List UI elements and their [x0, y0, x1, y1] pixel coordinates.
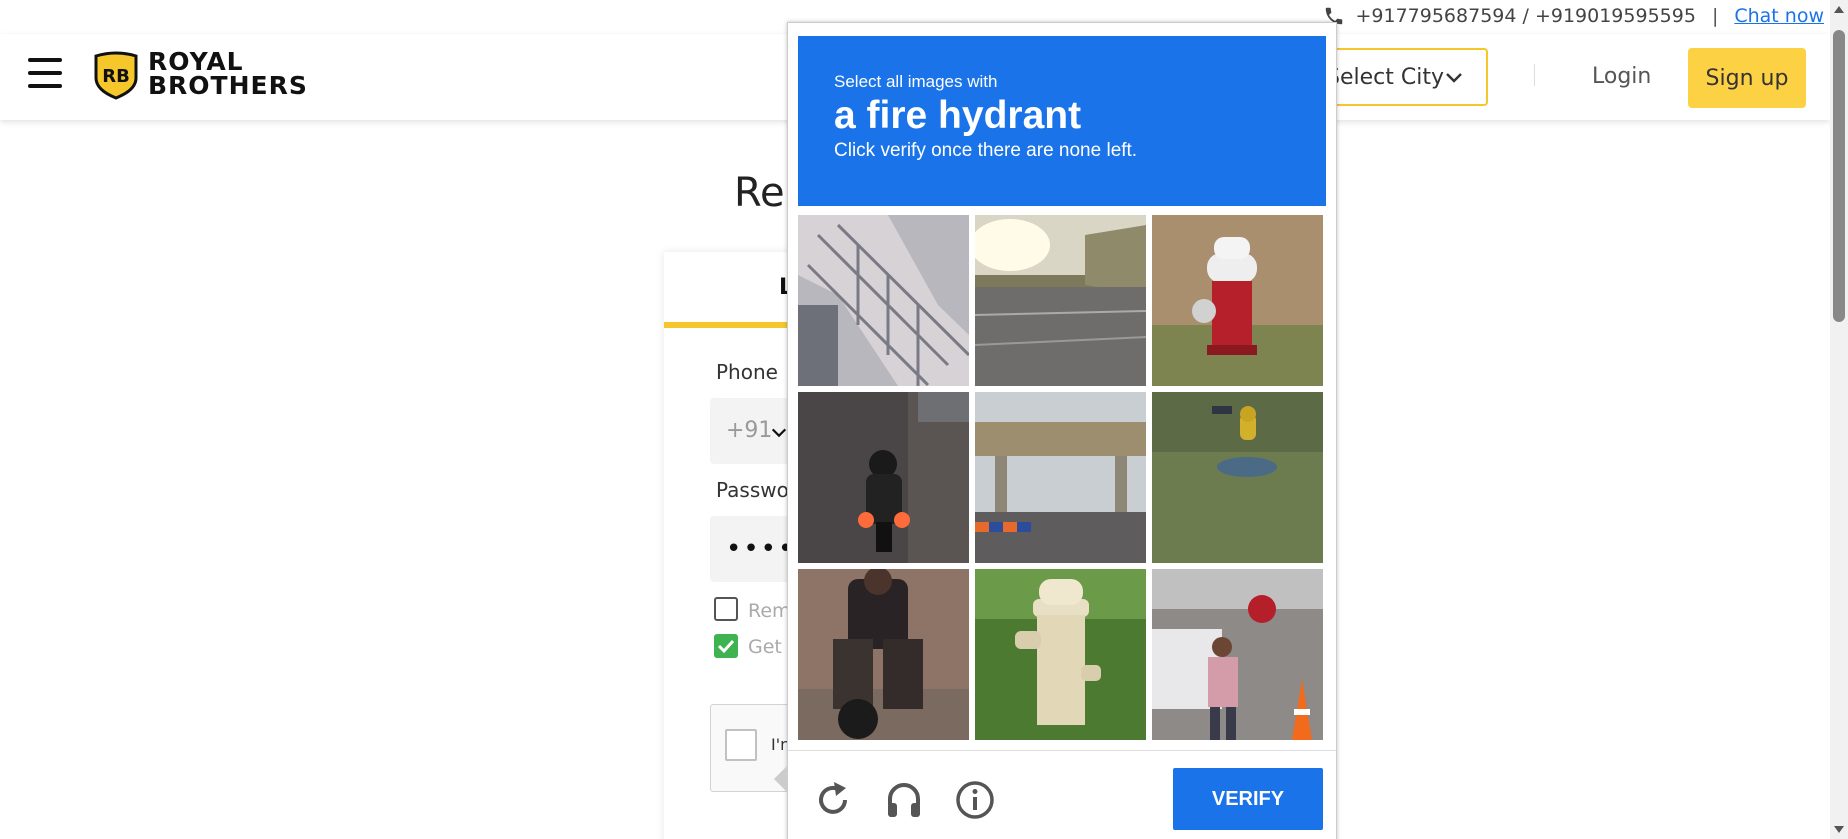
contact-separator: |: [1711, 5, 1719, 27]
challenge-pointer: [774, 765, 788, 793]
reload-icon[interactable]: [812, 779, 854, 821]
image-tile-yellow-hydrant[interactable]: [1152, 392, 1323, 563]
image-tile-staircase[interactable]: [798, 215, 969, 386]
staircase-image: [798, 215, 969, 386]
image-tile-overpass[interactable]: [975, 392, 1146, 563]
rider-image: [798, 569, 969, 740]
challenge-instruction: Select all images with: [834, 72, 998, 91]
login-link[interactable]: Login: [1592, 64, 1651, 89]
remember-me-label: Rem: [748, 600, 791, 622]
overpass-image: [975, 392, 1146, 563]
brand-line2: BROTHERS: [148, 71, 308, 100]
updates-checkbox[interactable]: [714, 634, 738, 658]
verify-button[interactable]: VERIFY: [1173, 768, 1323, 830]
brand-name: ROYAL BROTHERS: [148, 49, 308, 100]
scroll-down-arrow-icon[interactable]: [1834, 826, 1844, 833]
password-label: Passwo: [716, 478, 789, 502]
image-tile-motorcycle[interactable]: [798, 392, 969, 563]
contact-phones: +917795687594 / +919019595595: [1355, 5, 1696, 27]
remember-me-checkbox[interactable]: [714, 597, 738, 621]
page: +917795687594 / +919019595595 | Chat now…: [0, 0, 1848, 839]
white-hydrant-image: [975, 569, 1146, 740]
image-tile-street-people[interactable]: [1152, 569, 1323, 740]
motorcycle-image: [798, 392, 969, 563]
country-code-value: +91: [726, 418, 773, 443]
recaptcha-checkbox[interactable]: [725, 729, 757, 761]
chat-now-link[interactable]: Chat now: [1734, 5, 1824, 27]
hamburger-menu-icon[interactable]: [28, 58, 62, 88]
city-select-value: Select City: [1326, 64, 1444, 90]
image-tile-red-hydrant[interactable]: [1152, 215, 1323, 386]
red-hydrant-image: [1152, 215, 1323, 386]
yellow-hydrant-image: [1152, 392, 1323, 563]
info-icon[interactable]: [954, 779, 996, 821]
contact-bar: +917795687594 / +919019595595 | Chat now: [1323, 0, 1824, 32]
logo-badge-text: RB: [102, 66, 130, 87]
challenge-footer: VERIFY: [788, 750, 1336, 839]
challenge-target: a fire hydrant: [834, 94, 1082, 137]
audio-icon[interactable]: [883, 779, 925, 821]
road-image: [975, 215, 1146, 386]
page-scrollbar[interactable]: [1830, 0, 1848, 839]
image-grid: [798, 215, 1326, 743]
street-people-image: [1152, 569, 1323, 740]
recaptcha-challenge: Select all images with a fire hydrant Cl…: [774, 22, 1337, 839]
checkmark-icon: [717, 639, 735, 654]
scroll-thumb[interactable]: [1833, 30, 1845, 322]
image-tile-rider[interactable]: [798, 569, 969, 740]
logo-badge-icon: RB: [94, 51, 138, 100]
challenge-header: Select all images with a fire hydrant Cl…: [798, 36, 1326, 206]
header-divider: [1534, 64, 1535, 86]
brand-logo[interactable]: RB ROYAL BROTHERS: [90, 48, 308, 100]
scroll-up-arrow-icon[interactable]: [1834, 6, 1844, 13]
image-tile-white-hydrant[interactable]: [975, 569, 1146, 740]
image-tile-road[interactable]: [975, 215, 1146, 386]
signup-button[interactable]: Sign up: [1688, 48, 1806, 108]
phone-label: Phone: [716, 360, 778, 384]
chevron-down-icon: [771, 428, 787, 438]
challenge-subinstruction: Click verify once there are none left.: [834, 140, 1138, 161]
chevron-down-icon: [1446, 73, 1462, 83]
